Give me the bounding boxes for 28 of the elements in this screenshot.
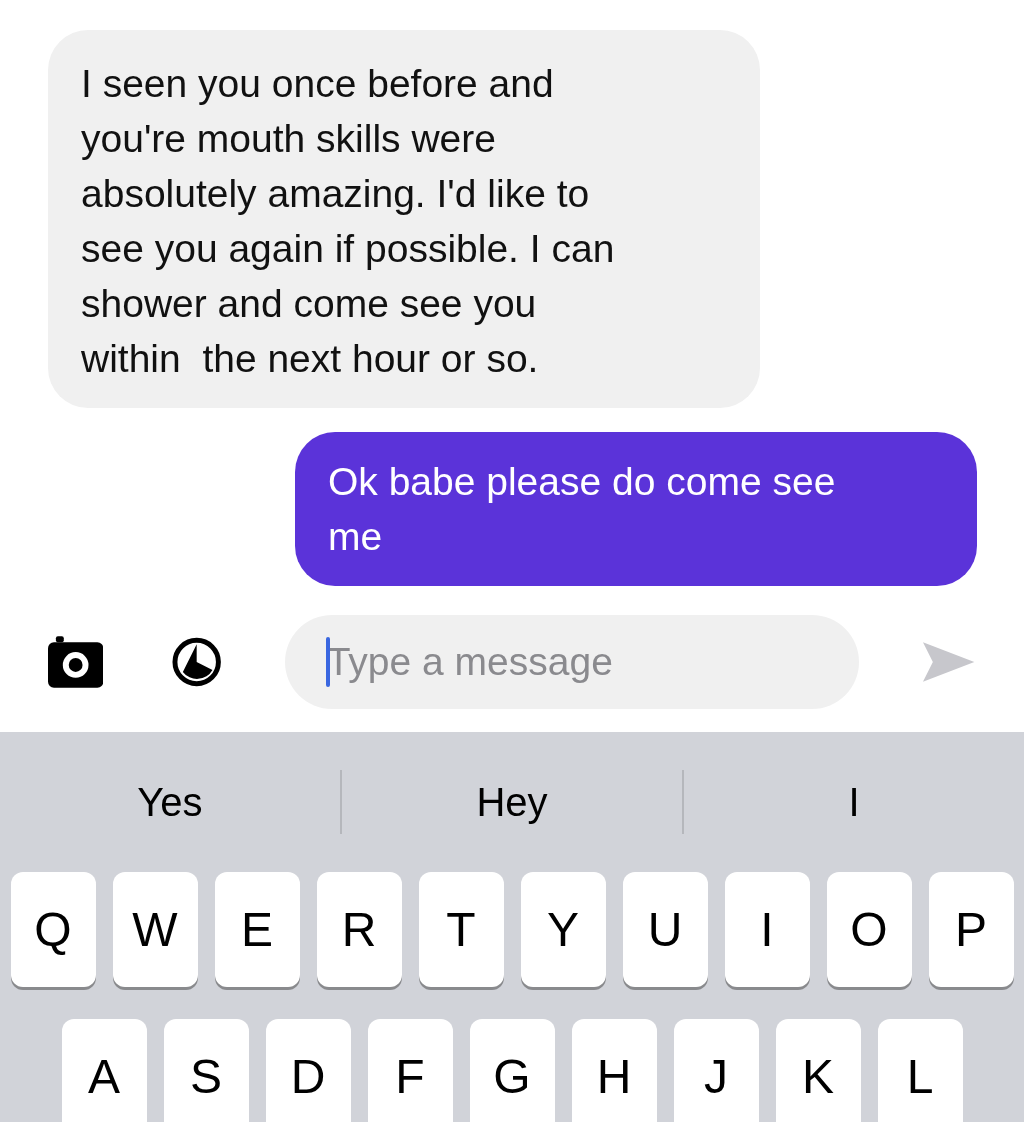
key[interactable]: L	[877, 1019, 963, 1122]
key[interactable]: K	[775, 1019, 861, 1122]
key[interactable]: Y	[520, 872, 606, 987]
key[interactable]: T	[418, 872, 504, 987]
key[interactable]: P	[928, 872, 1014, 987]
key[interactable]: F	[367, 1019, 453, 1122]
key[interactable]: W	[112, 872, 198, 987]
text-cursor	[325, 637, 330, 687]
key[interactable]: H	[571, 1019, 657, 1122]
key[interactable]: Q	[10, 872, 96, 987]
word-suggestion[interactable]: Hey	[342, 779, 682, 825]
key[interactable]: A	[61, 1019, 147, 1122]
key[interactable]: U	[622, 872, 708, 987]
key[interactable]: S	[163, 1019, 249, 1122]
key[interactable]: I	[724, 872, 810, 987]
received-message-bubble: I seen you once before and you're mouth skills were absolutely amazing. I'd like to see you again if possible. I can shower and come see you within the next hour or so.	[48, 30, 760, 408]
key[interactable]: E	[214, 872, 300, 987]
camera-icon[interactable]	[48, 636, 104, 688]
sent-message-bubble: Ok babe please do come see me	[295, 432, 977, 586]
key[interactable]: G	[469, 1019, 555, 1122]
key[interactable]: R	[316, 872, 402, 987]
key[interactable]: J	[673, 1019, 759, 1122]
word-suggestion[interactable]: Yes	[0, 779, 340, 825]
key[interactable]: O	[826, 872, 912, 987]
sticker-icon[interactable]	[171, 636, 223, 688]
word-suggestion[interactable]: I	[684, 779, 1024, 825]
message-input-field[interactable]: Type a message	[284, 615, 859, 709]
key[interactable]: D	[265, 1019, 351, 1122]
